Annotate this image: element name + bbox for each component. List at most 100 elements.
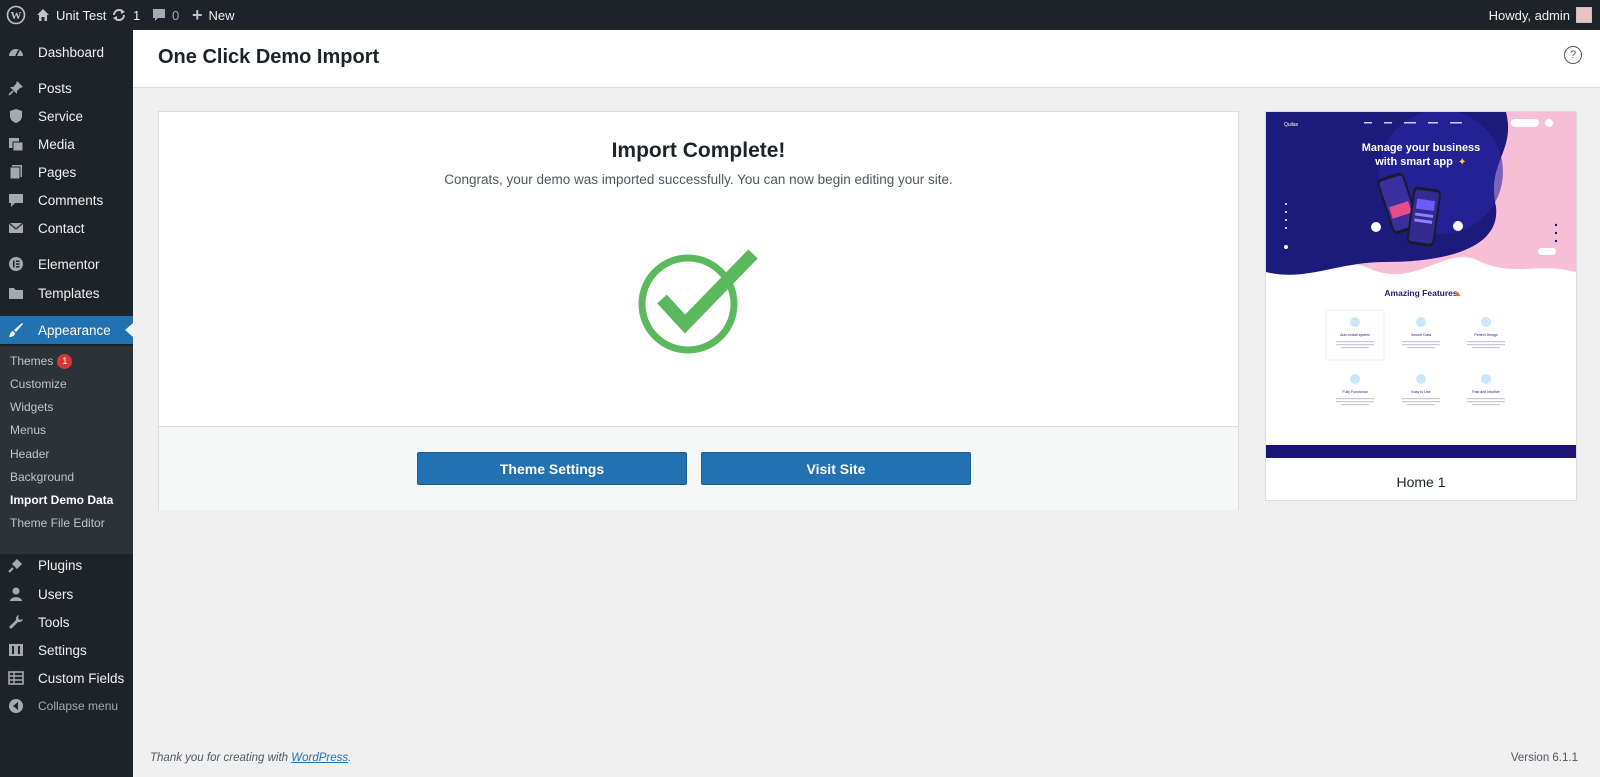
pages-icon (8, 164, 24, 180)
preview-feature-6: Fast and Intuitive (1472, 390, 1499, 394)
sidebar-item-label: Custom Fields (38, 670, 125, 686)
preview-feature-1: Auto install system (1340, 333, 1370, 337)
preview-feature-2: Secure Data (1411, 333, 1431, 337)
import-heading: Import Complete! (611, 139, 786, 162)
sidebar-item-label: Appearance (38, 322, 111, 338)
sidebar-item-comments[interactable]: Comments (0, 186, 133, 214)
user-icon (8, 586, 24, 602)
preview-headline-1: Manage your business (1362, 142, 1481, 154)
submenu-item-customize[interactable]: Customize (10, 374, 67, 394)
dashboard-icon (8, 44, 24, 60)
success-check-icon (635, 244, 760, 359)
sidebar-item-plugins[interactable]: Plugins (0, 551, 133, 579)
submenu-item-menus[interactable]: Menus (10, 420, 46, 440)
collapse-menu-label: Collapse menu (38, 699, 119, 713)
svg-text:W: W (11, 10, 22, 22)
import-message: Congrats, your demo was imported success… (444, 172, 953, 187)
updates-count: 1 (133, 7, 141, 23)
sidebar-item-service[interactable]: Service (0, 102, 133, 130)
panel-footer: Theme Settings Visit Site (159, 426, 1238, 510)
settings-icon (8, 642, 24, 658)
wrench-icon (8, 614, 24, 630)
svg-text:▲: ▲ (1454, 289, 1462, 298)
submenu-item-label: Menus (10, 423, 47, 437)
new-label: New (208, 7, 235, 23)
demo-name: Home 1 (1396, 474, 1446, 490)
sidebar-item-media[interactable]: Media (0, 130, 133, 158)
account-menu[interactable]: Howdy, admin (1489, 0, 1592, 30)
wordpress-logo-icon[interactable]: W (6, 0, 26, 30)
submenu-item-import-demo-data[interactable]: Import Demo Data (10, 490, 113, 510)
comment-icon (152, 8, 166, 22)
footer-thanks-prefix: Thank you for creating with (150, 752, 292, 764)
footer-thanks-suffix: . (348, 752, 352, 764)
submenu-item-themes[interactable]: Themes 1 (10, 351, 73, 371)
sidebar-item-label: Comments (38, 192, 104, 208)
sidebar-item-settings[interactable]: Settings (0, 636, 133, 664)
plug-icon (8, 557, 24, 573)
mail-icon (8, 220, 24, 236)
submenu-item-widgets[interactable]: Widgets (10, 397, 53, 417)
submenu-item-label: Theme File Editor (10, 516, 105, 530)
admin-bar: W Unit Test 1 0 + New Howdy, admin (0, 0, 1600, 30)
collapse-icon (8, 698, 24, 714)
admin-sidebar: Dashboard Posts Service Media Pages Comm… (0, 30, 133, 777)
page-title: One Click Demo Import (158, 46, 380, 68)
sidebar-item-tools[interactable]: Tools (0, 608, 133, 636)
howdy-text: Howdy, admin (1488, 7, 1570, 23)
new-content-link[interactable]: + New (192, 0, 235, 30)
sidebar-item-users[interactable]: Users (0, 580, 133, 608)
avatar (1576, 7, 1592, 23)
version-text: Version 6.1.1 (1510, 752, 1578, 764)
svg-text:✦: ✦ (1458, 157, 1466, 168)
sidebar-item-custom-fields[interactable]: Custom Fields (0, 664, 133, 692)
preview-feature-5: Easy to Use (1411, 390, 1430, 394)
submenu-item-label: Background (10, 470, 75, 484)
sidebar-item-label: Plugins (38, 557, 83, 573)
submenu-item-theme-file-editor[interactable]: Theme File Editor (10, 513, 105, 533)
brush-icon (8, 322, 24, 338)
appearance-submenu: Themes 1 Customize Widgets Menus Header … (0, 346, 133, 554)
sidebar-item-label: Elementor (38, 256, 100, 272)
theme-settings-button[interactable]: Theme Settings (417, 452, 687, 485)
sidebar-item-appearance[interactable]: Appearance (0, 316, 133, 344)
sidebar-item-contact[interactable]: Contact (0, 214, 133, 242)
submenu-item-header[interactable]: Header (10, 444, 49, 464)
media-icon (8, 136, 24, 152)
preview-features-title: Amazing Features (1384, 288, 1457, 298)
sidebar-item-label: Service (38, 108, 84, 124)
update-count-badge: 1 (57, 353, 73, 369)
comments-link[interactable]: 0 (152, 0, 179, 30)
submenu-item-background[interactable]: Background (10, 467, 74, 487)
preview-headline-2: with smart app (1374, 156, 1453, 168)
visit-site-button[interactable]: Visit Site (701, 452, 971, 485)
sidebar-item-templates[interactable]: Templates (0, 279, 133, 307)
pin-icon (8, 80, 24, 96)
preview-logo: Quilax (1284, 122, 1299, 128)
elementor-icon (8, 256, 24, 272)
help-icon[interactable]: ? (1564, 46, 1582, 64)
table-icon (8, 670, 24, 686)
plus-icon: + (192, 5, 203, 25)
site-name-link[interactable]: Unit Test (36, 0, 106, 30)
updates-icon (111, 8, 127, 22)
sidebar-item-label: Tools (38, 614, 70, 630)
sidebar-item-posts[interactable]: Posts (0, 74, 133, 102)
sidebar-item-label: Dashboard (38, 44, 105, 60)
sidebar-item-pages[interactable]: Pages (0, 158, 133, 186)
submenu-item-label: Header (10, 447, 50, 461)
collapse-menu-button[interactable]: Collapse menu (0, 692, 133, 720)
wordpress-link[interactable]: WordPress (291, 752, 348, 764)
sidebar-item-dashboard[interactable]: Dashboard (0, 38, 133, 66)
current-menu-arrow (125, 323, 133, 337)
sidebar-item-label: Pages (38, 164, 77, 180)
comments-count: 0 (172, 7, 180, 23)
demo-preview-card[interactable]: Quilax Manage your business with smart a… (1265, 111, 1577, 501)
folder-icon (8, 285, 24, 301)
sidebar-item-elementor[interactable]: Elementor (0, 250, 133, 278)
page-header: One Click Demo Import ? (133, 30, 1600, 88)
footer-thanks: Thank you for creating with WordPress. (150, 752, 351, 764)
preview-feature-3: Perfect Design (1474, 333, 1498, 337)
updates-link[interactable]: 1 (111, 0, 140, 30)
preview-feature-4: Fully Functional (1342, 390, 1367, 394)
